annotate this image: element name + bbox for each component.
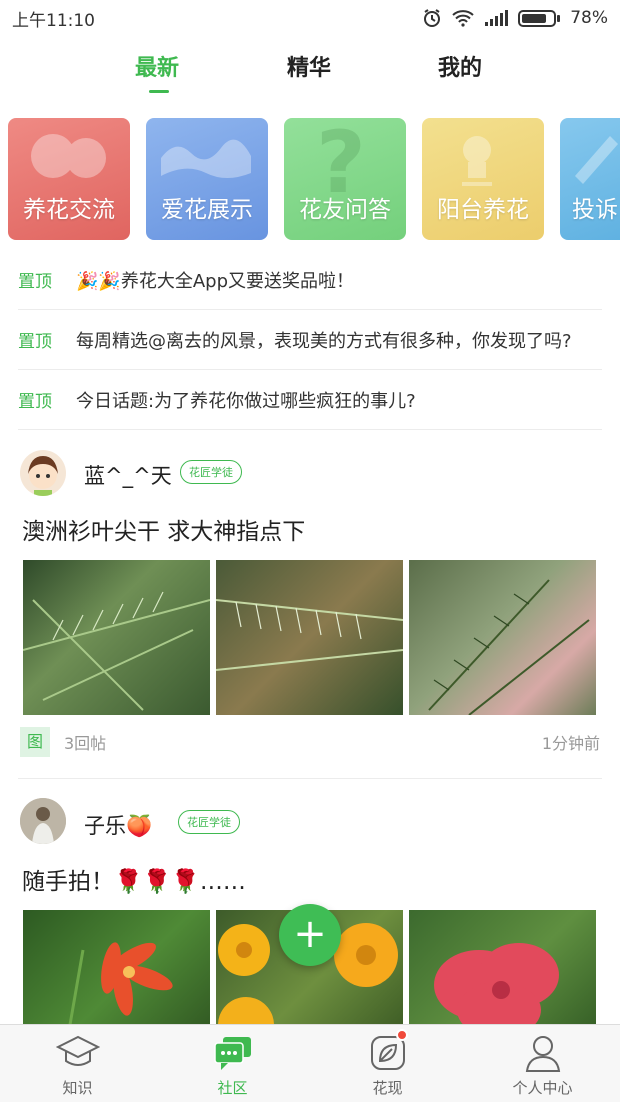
pinned-title: 🎉🎉养花大全App又要送奖品啦！ — [76, 270, 354, 292]
pinned-tag: 置顶 — [18, 272, 52, 292]
username[interactable]: 子乐🍑 — [84, 810, 152, 840]
category-qa[interactable]: ? 花友问答 — [284, 118, 406, 240]
nav-community[interactable]: 社区 — [155, 1025, 310, 1102]
post-photo[interactable] — [409, 560, 596, 715]
signal-icon — [485, 10, 509, 26]
reply-count: 3回帖 — [64, 734, 107, 753]
post-time: 1分钟前 — [541, 734, 600, 753]
tab-indicator — [149, 90, 169, 93]
plus-icon: + — [293, 911, 327, 957]
tab-featured[interactable]: 精华 — [287, 50, 331, 82]
bottom-nav: 知识 社区 花现 个人中心 — [0, 1024, 620, 1102]
post-photo[interactable] — [23, 910, 210, 1024]
post-title[interactable]: 澳洲衫叶尖干 求大神指点下 — [22, 512, 305, 546]
category-flower-show[interactable]: 爱花展示 — [146, 118, 268, 240]
category-label: 阳台养花 — [437, 197, 529, 223]
category-flower-exchange[interactable]: 养花交流 — [8, 118, 130, 240]
category-label: 养花交流 — [23, 197, 115, 223]
post-card[interactable]: 蓝^_^天 花匠学徒 澳洲衫叶尖干 求大神指点下 图 3回帖 1分钟前 — [0, 440, 620, 780]
pinned-tag: 置顶 — [18, 332, 52, 352]
nav-label: 知识 — [62, 1079, 93, 1097]
pinned-tag: 置顶 — [18, 392, 52, 412]
category-strip: 养花交流 爱花展示 ? 花友问答 阳台养花 投诉 — [8, 118, 620, 242]
post-meta: 图 3回帖 1分钟前 — [20, 726, 600, 758]
notification-dot — [396, 1029, 408, 1041]
tab-latest[interactable]: 最新 — [135, 50, 179, 82]
new-post-button[interactable]: + — [279, 904, 341, 966]
category-balcony[interactable]: 阳台养花 — [422, 118, 544, 240]
pinned-title: 今日话题:为了养花你做过哪些疯狂的事儿? — [76, 390, 416, 412]
category-label: 投诉 — [572, 197, 618, 223]
nav-label: 花现 — [372, 1079, 403, 1097]
battery-percent: 78% — [570, 8, 608, 28]
post-photo[interactable] — [23, 560, 210, 715]
status-bar: 上午11:10 78% — [0, 0, 620, 36]
wifi-icon — [452, 10, 474, 27]
pinned-list: 置顶 🎉🎉养花大全App又要送奖品啦！ 置顶 每周精选@离去的风景，表现美的方式… — [18, 250, 602, 430]
tab-mine[interactable]: 我的 — [438, 50, 482, 82]
nav-label: 社区 — [217, 1079, 248, 1097]
alarm-icon — [424, 9, 441, 27]
nav-knowledge[interactable]: 知识 — [0, 1025, 155, 1102]
status-time: 上午11:10 — [12, 10, 95, 31]
pinned-item[interactable]: 置顶 🎉🎉养花大全App又要送奖品啦！ — [18, 250, 602, 310]
user-level-badge: 花匠学徒 — [178, 810, 240, 834]
post-title[interactable]: 随手拍！🌹🌹🌹…… — [22, 862, 246, 896]
image-tag: 图 — [20, 727, 50, 757]
user-level-badge: 花匠学徒 — [180, 460, 242, 484]
category-label: 爱花展示 — [161, 197, 253, 223]
battery-icon — [518, 9, 561, 27]
nav-label: 个人中心 — [512, 1079, 573, 1097]
person-icon — [525, 1036, 560, 1072]
divider — [18, 778, 602, 779]
nav-discover[interactable]: 花现 — [310, 1025, 465, 1102]
pinned-item[interactable]: 置顶 今日话题:为了养花你做过哪些疯狂的事儿? — [18, 370, 602, 430]
nav-profile[interactable]: 个人中心 — [465, 1025, 620, 1102]
username[interactable]: 蓝^_^天 — [84, 460, 172, 490]
status-icons: 78% — [422, 8, 608, 28]
pinned-item[interactable]: 置顶 每周精选@离去的风景，表现美的方式有很多种，你发现了吗? — [18, 310, 602, 370]
avatar[interactable] — [20, 798, 66, 844]
chat-bubbles-icon — [213, 1037, 251, 1070]
graduation-cap-icon — [55, 1035, 100, 1066]
pinned-title: 每周精选@离去的风景，表现美的方式有很多种，你发现了吗? — [76, 330, 572, 352]
category-complaint[interactable]: 投诉 — [560, 118, 620, 240]
category-label: 花友问答 — [299, 197, 391, 223]
post-photo[interactable] — [409, 910, 596, 1024]
post-photo[interactable] — [216, 560, 403, 715]
top-tabs: 最新 精华 我的 — [0, 44, 620, 100]
post-photos — [23, 560, 596, 715]
avatar[interactable] — [20, 450, 66, 496]
